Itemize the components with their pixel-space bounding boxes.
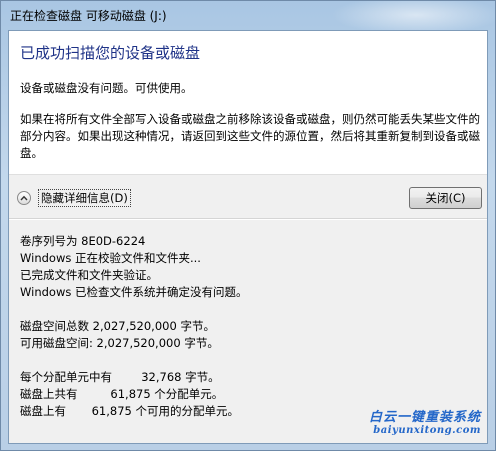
chevron-up-icon[interactable] bbox=[17, 191, 31, 205]
free-disk-space: 可用磁盘空间: 2,027,520,000 字节。 bbox=[20, 336, 219, 350]
total-disk-space: 磁盘空间总数 2,027,520,000 字节。 bbox=[20, 319, 215, 333]
verify-complete: 已完成文件和文件夹验证。 bbox=[20, 268, 158, 282]
watermark-url: baiyunxitong.com bbox=[373, 425, 481, 436]
volume-serial: 卷序列号为 8E0D-6224 bbox=[20, 234, 146, 248]
verify-progress: Windows 正在校验文件和文件夹... bbox=[20, 251, 201, 265]
window-title: 正在检查磁盘 可移动磁盘 (J:) bbox=[10, 9, 167, 23]
result-status: 设备或磁盘没有问题。可供使用。 bbox=[20, 81, 193, 95]
no-problems-found: Windows 已检查文件系统并确定没有问题。 bbox=[20, 285, 248, 299]
section-divider bbox=[9, 218, 487, 220]
allocation-unit-size: 每个分配单元中有 32,768 字节。 bbox=[20, 370, 220, 384]
title-bar[interactable]: 正在检查磁盘 可移动磁盘 (J:) bbox=[1, 1, 495, 35]
hide-details-label[interactable]: 隐藏详细信息(D) bbox=[38, 189, 131, 207]
close-button[interactable]: 关闭(C) bbox=[409, 187, 482, 209]
site-watermark: 白云一键重装系统 baiyunxitong.com bbox=[369, 411, 481, 437]
details-spacer bbox=[20, 301, 480, 318]
details-spacer bbox=[20, 352, 480, 369]
details-log: 卷序列号为 8E0D-6224 Windows 正在校验文件和文件夹... 已完… bbox=[20, 233, 480, 420]
result-panel: 已成功扫描您的设备或磁盘 设备或磁盘没有问题。可供使用。 如果在将所有文件全部写… bbox=[9, 31, 487, 175]
result-headline: 已成功扫描您的设备或磁盘 bbox=[20, 44, 201, 62]
dialog-content: 已成功扫描您的设备或磁盘 设备或磁盘没有问题。可供使用。 如果在将所有文件全部写… bbox=[8, 30, 488, 444]
check-disk-dialog: 正在检查磁盘 可移动磁盘 (J:) 已成功扫描您的设备或磁盘 设备或磁盘没有问题… bbox=[0, 0, 496, 451]
hide-details-toggle[interactable]: 隐藏详细信息(D) bbox=[17, 187, 131, 209]
removal-warning: 如果在将所有文件全部写入设备或磁盘之前移除该设备或磁盘，则仍然可能丢失某些文件的… bbox=[20, 112, 480, 160]
total-allocation-units: 磁盘上共有 61,875 个分配单元。 bbox=[20, 387, 224, 401]
watermark-title: 白云一键重装系统 bbox=[368, 410, 481, 425]
